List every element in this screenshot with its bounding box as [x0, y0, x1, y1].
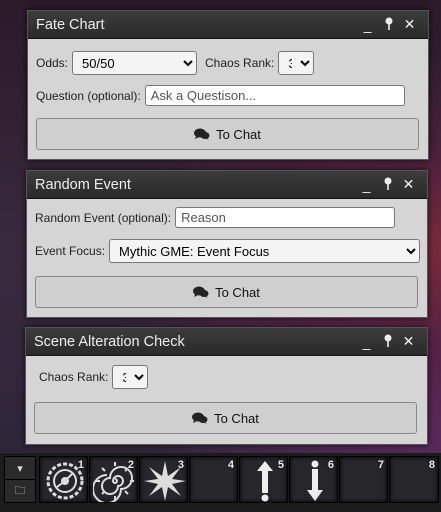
comments-icon	[192, 412, 208, 424]
scene-alteration-header[interactable]: Scene Alteration Check _ ✕	[26, 328, 427, 356]
fate-chart-panel: Fate Chart _ ✕ Odds: 50/50 Chaos Rank: 3…	[27, 10, 429, 160]
slot-number: 2	[127, 459, 134, 471]
event-focus-label: Event Focus:	[35, 244, 106, 258]
chaos-rank-select[interactable]: 3	[112, 365, 149, 389]
random-event-to-chat-button[interactable]: To Chat	[35, 276, 418, 308]
question-label: Question (optional):	[36, 88, 141, 103]
minimize-icon[interactable]: _	[357, 17, 378, 33]
scene-alteration-to-chat-button[interactable]: To Chat	[34, 402, 417, 434]
random-event-panel: Random Event _ ✕ Random Event (optional)…	[26, 170, 428, 318]
hotbar-slot-5[interactable]: 5	[239, 456, 288, 503]
folder-icon[interactable]: 🗀	[4, 479, 36, 503]
slot-number: 6	[327, 459, 334, 471]
hotbar-slot-7[interactable]: 7	[339, 456, 388, 503]
to-chat-label: To Chat	[214, 410, 259, 426]
fate-chart-to-chat-button[interactable]: To Chat	[36, 118, 419, 150]
chaos-rank-label: Chaos Rank:	[205, 56, 275, 70]
slot-number: 8	[428, 459, 435, 471]
random-event-title: Random Event	[35, 176, 131, 193]
close-icon[interactable]: ✕	[398, 176, 419, 193]
minimize-icon[interactable]: _	[356, 177, 377, 193]
slot-number: 3	[177, 459, 184, 471]
to-chat-label: To Chat	[216, 126, 261, 142]
random-event-header[interactable]: Random Event _ ✕	[27, 171, 427, 199]
hotbar-slot-6[interactable]: 6	[289, 456, 338, 503]
question-input[interactable]	[144, 85, 405, 106]
chaos-rank-select[interactable]: 3	[278, 51, 315, 75]
pin-icon[interactable]	[378, 17, 399, 33]
caret-down-icon[interactable]: ▾	[4, 456, 36, 480]
hotbar-slot-8[interactable]: 8	[389, 456, 439, 503]
minimize-icon[interactable]: _	[356, 334, 377, 350]
slot-number: 4	[227, 459, 234, 471]
odds-select[interactable]: 50/50	[72, 51, 198, 75]
close-icon[interactable]: ✕	[398, 333, 419, 350]
hotbar-slot-3[interactable]: 3	[139, 456, 188, 503]
random-event-input[interactable]	[175, 207, 396, 228]
scene-alteration-panel: Scene Alteration Check _ ✕ Chaos Rank: 3…	[25, 327, 428, 445]
slot-number: 7	[377, 459, 384, 471]
odds-label: Odds:	[36, 56, 69, 70]
slot-number: 1	[77, 459, 84, 471]
hotbar-slot-1[interactable]: 1	[39, 456, 88, 503]
scene-alteration-title: Scene Alteration Check	[34, 333, 185, 350]
pin-icon[interactable]	[377, 334, 398, 350]
pin-icon[interactable]	[377, 177, 398, 193]
random-event-label: Random Event (optional):	[35, 210, 172, 225]
hotbar-slot-2[interactable]: 2	[89, 456, 138, 503]
fate-chart-header[interactable]: Fate Chart _ ✕	[28, 11, 428, 39]
close-icon[interactable]: ✕	[399, 16, 420, 33]
to-chat-label: To Chat	[215, 284, 260, 300]
comments-icon	[194, 128, 210, 140]
fate-chart-title: Fate Chart	[36, 16, 105, 33]
comments-icon	[193, 286, 209, 298]
event-focus-select[interactable]: Mythic GME: Event Focus	[109, 239, 421, 263]
slot-number: 5	[277, 459, 284, 471]
chaos-rank-label: Chaos Rank:	[39, 370, 109, 384]
hotbar-slot-4[interactable]: 4	[189, 456, 238, 503]
